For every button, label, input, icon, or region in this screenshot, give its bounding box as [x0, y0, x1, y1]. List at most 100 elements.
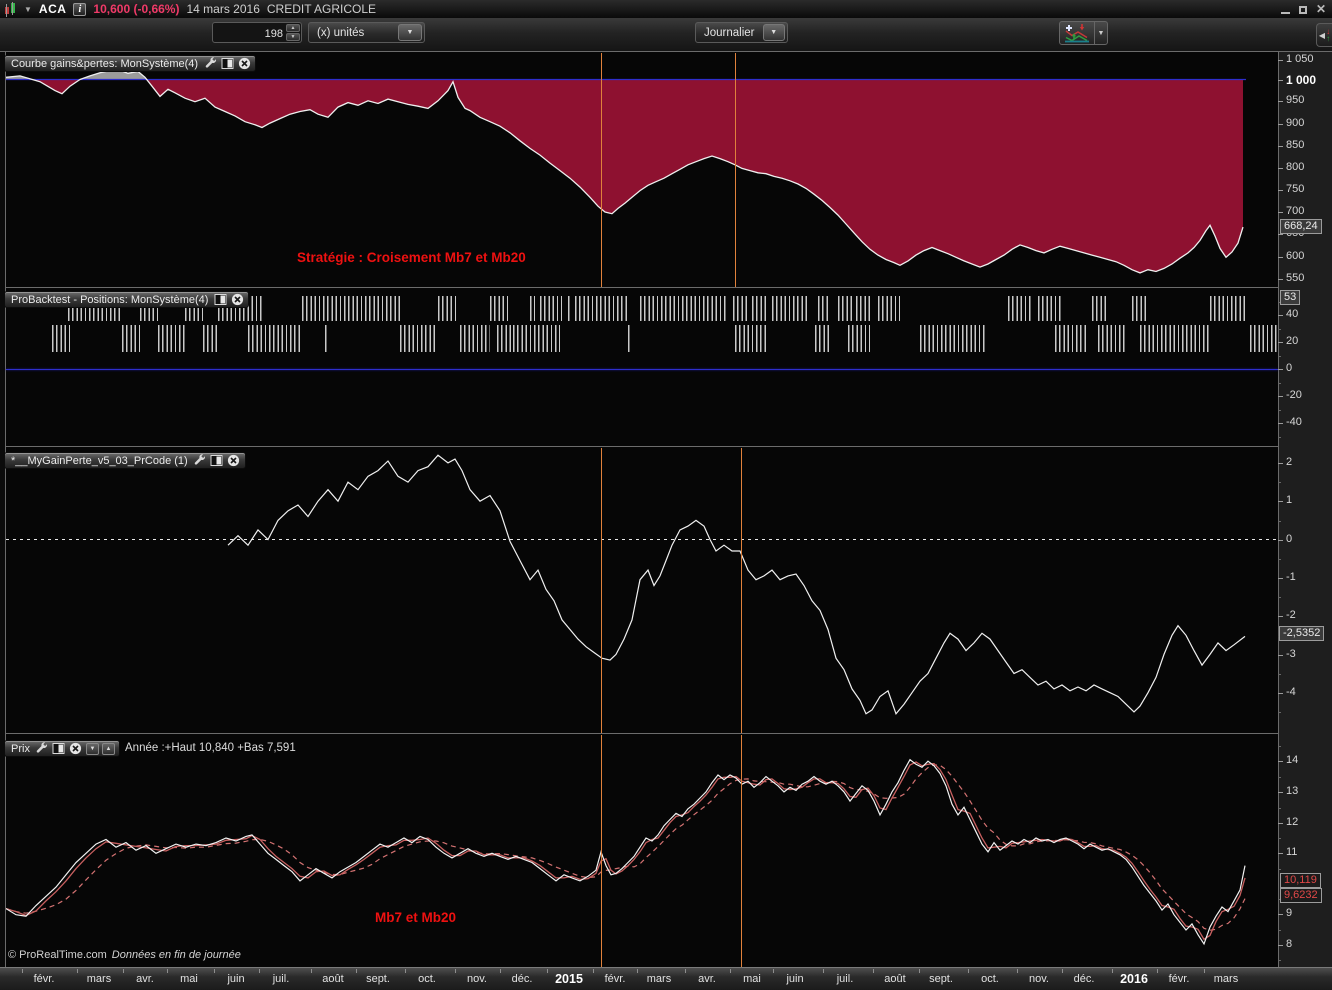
- position-bars-high: [1132, 296, 1148, 321]
- separator[interactable]: [5, 733, 1279, 734]
- position-bars-low: [1098, 325, 1125, 352]
- titlebar[interactable]: ▼ ACA i 10,600 (-0,66%) 14 mars 2016 CRE…: [0, 0, 1332, 18]
- year-label: 2015: [555, 972, 583, 986]
- axis-tick: [1278, 761, 1283, 762]
- time-tick: [919, 969, 920, 973]
- window-icon[interactable]: [220, 57, 234, 70]
- copyright-text: © ProRealTime.com: [8, 949, 107, 961]
- separator[interactable]: [5, 287, 1279, 288]
- panel3-header[interactable]: *__MyGainPerte_v5_03_PrCode (1): [4, 452, 246, 469]
- chevron-down-icon[interactable]: ▼: [398, 24, 422, 41]
- minimize-button[interactable]: [1280, 12, 1290, 14]
- time-tick: [1112, 969, 1113, 973]
- wrench-icon[interactable]: [203, 57, 217, 70]
- month-label: juin: [786, 973, 804, 985]
- axis-tick: [1278, 693, 1283, 694]
- close-icon[interactable]: [227, 454, 241, 467]
- panel3-title: *__MyGainPerte_v5_03_PrCode (1): [11, 454, 188, 467]
- position-bars-high: [1038, 296, 1062, 321]
- info-icon[interactable]: i: [73, 2, 87, 16]
- units-mode-select[interactable]: (x) unités ▼: [308, 22, 425, 43]
- window-icon[interactable]: [52, 742, 66, 755]
- panel2-header[interactable]: ProBacktest - Positions: MonSystème(4): [4, 291, 250, 308]
- axis-tick: [1278, 463, 1283, 464]
- updown-arrows-icon: ↓ ↑: [1326, 27, 1331, 43]
- new-chart-button[interactable]: [1059, 21, 1095, 45]
- time-tick: [500, 969, 501, 973]
- stepper-up-icon[interactable]: ▲: [286, 24, 300, 32]
- panel1-header[interactable]: Courbe gains&pertes: MonSystème(4): [4, 55, 257, 72]
- window-icon[interactable]: [210, 454, 224, 467]
- position-bars-high: [575, 296, 628, 321]
- time-axis[interactable]: févr. mars avr. mai juin juil. août sept. oct. no…: [0, 968, 1332, 990]
- panel4-header[interactable]: Prix ▼ ▲: [4, 740, 120, 757]
- position-bars-high: [733, 296, 748, 321]
- chevron-down-icon[interactable]: ▼: [762, 24, 785, 41]
- separator[interactable]: [5, 446, 1279, 447]
- prorealtime-window: ▼ ACA i 10,600 (-0,66%) 14 mars 2016 CRE…: [0, 0, 1332, 990]
- mb-annotation[interactable]: Mb7 et Mb20: [375, 910, 456, 925]
- units-mode-label: (x) unités: [317, 26, 365, 39]
- axis-tick: [1278, 234, 1283, 235]
- month-label: déc.: [511, 973, 533, 985]
- axis-minor-tick: [1278, 329, 1281, 330]
- wrench-icon[interactable]: [35, 742, 49, 755]
- position-bars-low: [815, 325, 830, 352]
- time-tick: [1157, 969, 1158, 973]
- axis-minor-tick: [1278, 712, 1281, 713]
- wrench-icon[interactable]: [193, 454, 207, 467]
- maximize-button[interactable]: [1298, 6, 1307, 14]
- price-chart-canvas[interactable]: [6, 735, 1278, 967]
- axis-tick: [1278, 540, 1283, 541]
- position-bars-low: [122, 325, 140, 352]
- close-icon[interactable]: [230, 293, 244, 306]
- vertical-marker-line: [741, 735, 742, 967]
- close-icon[interactable]: [69, 742, 83, 755]
- month-label: févr.: [33, 973, 55, 985]
- last-value-box: 668,24: [1280, 219, 1322, 234]
- axis-tick: [1278, 124, 1283, 125]
- window-icon[interactable]: [213, 293, 227, 306]
- position-bars-low: [325, 325, 328, 352]
- position-bars-low: [203, 325, 218, 352]
- chevron-left-icon: ◀: [1318, 30, 1326, 40]
- stepper-down-icon[interactable]: ▼: [286, 33, 300, 41]
- position-bars-high: [302, 296, 402, 321]
- close-icon[interactable]: [237, 57, 251, 70]
- panel4-title: Prix: [11, 742, 30, 755]
- month-label: nov.: [1029, 973, 1049, 985]
- axis-label: 0: [1286, 533, 1293, 545]
- move-panel-down-icon[interactable]: ▼: [85, 742, 99, 755]
- units-quantity-input[interactable]: [215, 24, 285, 43]
- gainperte-chart-canvas[interactable]: [6, 448, 1278, 733]
- strategy-annotation[interactable]: Stratégie : Croisement Mb7 et Mb20: [297, 250, 526, 265]
- position-bars-high: [838, 296, 852, 321]
- axis-tick: [1278, 396, 1283, 397]
- collapse-panel-tab[interactable]: ◀ ↓ ↑: [1316, 23, 1332, 47]
- equity-chart-canvas[interactable]: [6, 53, 1278, 287]
- axis-tick: [1278, 80, 1283, 81]
- axis-label: 1 050: [1286, 53, 1314, 65]
- position-bars-high: [490, 296, 508, 321]
- axis-tick: [1278, 501, 1283, 502]
- symbol-dropdown-caret-icon[interactable]: ▼: [24, 5, 32, 14]
- axis-label: 900: [1286, 117, 1305, 129]
- new-chart-dropdown-caret-icon[interactable]: ▼: [1094, 21, 1108, 45]
- axis-minor-tick: [1278, 777, 1281, 778]
- quantity-stepper[interactable]: ▲ ▼: [286, 24, 300, 41]
- close-window-button[interactable]: ✕: [1316, 3, 1326, 15]
- position-bars-low: [848, 325, 870, 352]
- position-bars-low: [400, 325, 437, 352]
- units-quantity-field[interactable]: ▲▼: [212, 22, 302, 43]
- axis-tick: [1278, 146, 1283, 147]
- time-tick: [1062, 969, 1063, 973]
- axis-tick: [1278, 853, 1283, 854]
- time-tick: [968, 969, 969, 973]
- axis-label: -2: [1286, 609, 1296, 621]
- axis-label: 550: [1286, 272, 1305, 284]
- axis-label: 13: [1286, 785, 1299, 797]
- time-tick: [593, 969, 594, 973]
- timeframe-select[interactable]: Journalier ▼: [695, 22, 788, 43]
- position-bars-high: [568, 296, 572, 321]
- move-panel-up-icon[interactable]: ▲: [101, 742, 115, 755]
